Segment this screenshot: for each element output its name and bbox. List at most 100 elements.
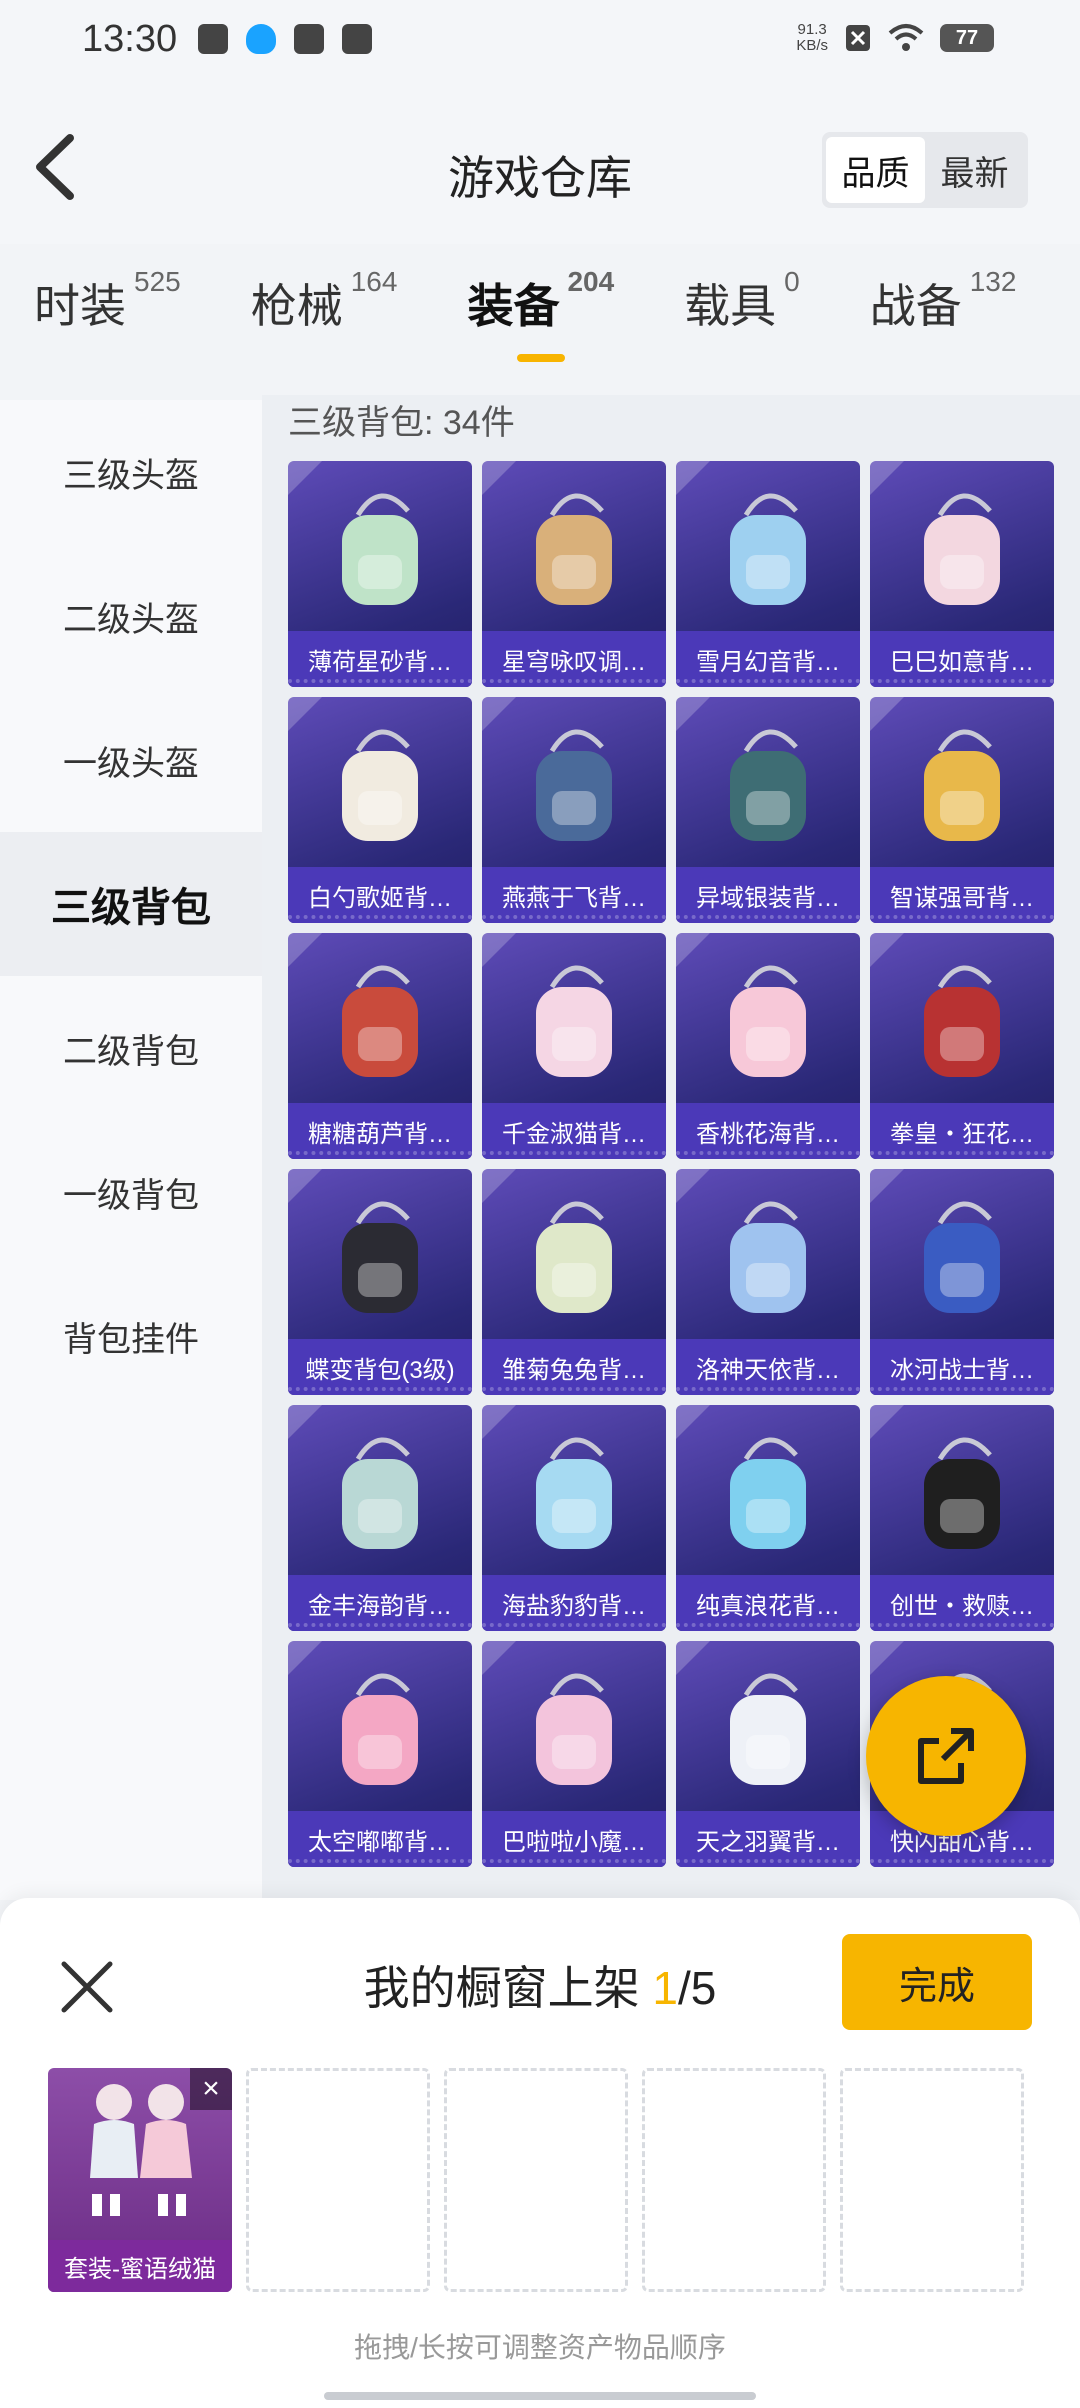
- wifi-icon: [888, 24, 924, 51]
- select-corner-icon: [870, 1169, 904, 1203]
- select-corner-icon: [870, 697, 904, 731]
- sidebar-item-backpack-3[interactable]: 三级背包: [0, 832, 262, 976]
- sidebar-item-backpack-charm[interactable]: 背包挂件: [0, 1264, 262, 1408]
- message-icon: [342, 24, 372, 54]
- showcase-slot-empty[interactable]: [840, 2068, 1024, 2292]
- select-corner-icon: [482, 461, 516, 495]
- item-card[interactable]: 冰河战士背…: [870, 1169, 1054, 1395]
- item-card[interactable]: 雪月幻音背…: [676, 461, 860, 687]
- tab-equipment[interactable]: 装备 204: [467, 266, 614, 380]
- item-card[interactable]: 香桃花海背…: [676, 933, 860, 1159]
- sim-off-icon: [846, 25, 870, 51]
- remove-slot-icon[interactable]: ×: [190, 2068, 232, 2110]
- tab-supplies[interactable]: 战备 132: [870, 266, 1017, 380]
- status-time: 13:30: [82, 18, 178, 60]
- select-corner-icon: [288, 1169, 322, 1203]
- drag-hint: 拖拽/长按可调整资产物品顺序: [354, 2332, 726, 2363]
- item-card[interactable]: 智谋强哥背…: [870, 697, 1054, 923]
- gallery-icon: [198, 24, 228, 54]
- item-label: 异域银装背…: [676, 867, 860, 923]
- sort-newest-button[interactable]: 最新: [925, 137, 1024, 203]
- item-label: 纯真浪花背…: [676, 1575, 860, 1631]
- tab-fashion[interactable]: 时装 525: [34, 266, 181, 380]
- item-card[interactable]: 太空嘟嘟背…: [288, 1641, 472, 1867]
- section-title: 三级背包: 34件: [288, 404, 515, 442]
- status-bar: 13:30 91.3 KB/s 77: [0, 0, 1080, 84]
- select-corner-icon: [482, 1405, 516, 1439]
- showcase-slot-filled[interactable]: × 套装-蜜语绒猫: [48, 2068, 232, 2292]
- select-corner-icon: [676, 697, 710, 731]
- select-corner-icon: [676, 1169, 710, 1203]
- home-indicator: [324, 2392, 756, 2400]
- backpack-icon: [536, 965, 612, 1077]
- select-corner-icon: [482, 933, 516, 967]
- sidebar-item-helmet-1[interactable]: 一级头盔: [0, 688, 262, 832]
- done-button[interactable]: 完成: [842, 1934, 1032, 2030]
- item-card[interactable]: 金丰海韵背…: [288, 1405, 472, 1631]
- item-label: 智谋强哥背…: [870, 867, 1054, 923]
- showcase-panel: 我的橱窗上架 1/5 完成 × 套装-蜜语绒猫 拖拽/长按可调整资产物品顺序: [0, 1898, 1080, 2408]
- status-right: 91.3 KB/s 77: [796, 22, 994, 54]
- item-card[interactable]: 洛神天依背…: [676, 1169, 860, 1395]
- item-card[interactable]: 海盐豹豹背…: [482, 1405, 666, 1631]
- item-label: 雏菊兔兔背…: [482, 1339, 666, 1395]
- sidebar-item-helmet-3[interactable]: 三级头盔: [0, 400, 262, 544]
- item-card[interactable]: 纯真浪花背…: [676, 1405, 860, 1631]
- select-corner-icon: [676, 461, 710, 495]
- sidebar-item-backpack-1[interactable]: 一级背包: [0, 1120, 262, 1264]
- sidebar-item-helmet-2[interactable]: 二级头盔: [0, 544, 262, 688]
- select-corner-icon: [676, 933, 710, 967]
- sidebar-item-backpack-2[interactable]: 二级背包: [0, 976, 262, 1120]
- item-label: 星穹咏叹调…: [482, 631, 666, 687]
- select-corner-icon: [482, 1169, 516, 1203]
- notification-icons: [198, 24, 372, 54]
- select-corner-icon: [870, 933, 904, 967]
- item-card[interactable]: 创世・救赎…: [870, 1405, 1054, 1631]
- backpack-icon: [536, 493, 612, 605]
- item-card[interactable]: 千金淑猫背…: [482, 933, 666, 1159]
- sidebar: 三级头盔 二级头盔 一级头盔 三级背包 二级背包 一级背包 背包挂件: [0, 400, 262, 1900]
- app-icon: [294, 24, 324, 54]
- item-list: 三级背包: 34件 薄荷星砂背… 星穹咏叹调… 雪月幻音背… 巳巳如意背… 白勺歌姬背……: [262, 395, 1080, 1900]
- item-label: 燕燕于飞背…: [482, 867, 666, 923]
- item-card[interactable]: 糖糖葫芦背…: [288, 933, 472, 1159]
- item-card[interactable]: 蝶变背包(3级): [288, 1169, 472, 1395]
- tab-guns[interactable]: 枪械 164: [251, 266, 398, 380]
- select-corner-icon: [482, 697, 516, 731]
- backpack-icon: [536, 729, 612, 841]
- sort-quality-button[interactable]: 品质: [826, 137, 925, 203]
- item-label: 太空嘟嘟背…: [288, 1811, 472, 1867]
- item-card[interactable]: 白勺歌姬背…: [288, 697, 472, 923]
- item-label: 千金淑猫背…: [482, 1103, 666, 1159]
- backpack-icon: [342, 965, 418, 1077]
- backpack-icon: [730, 1673, 806, 1785]
- item-card[interactable]: 异域银装背…: [676, 697, 860, 923]
- showcase-slots: × 套装-蜜语绒猫: [48, 2068, 1024, 2292]
- tab-vehicles[interactable]: 载具 0: [684, 266, 800, 380]
- showcase-slot-empty[interactable]: [642, 2068, 826, 2292]
- item-label: 创世・救赎…: [870, 1575, 1054, 1631]
- item-label: 洛神天依背…: [676, 1339, 860, 1395]
- item-label: 金丰海韵背…: [288, 1575, 472, 1631]
- net-speed: 91.3 KB/s: [796, 21, 828, 54]
- item-card[interactable]: 雏菊兔兔背…: [482, 1169, 666, 1395]
- share-button[interactable]: [866, 1676, 1026, 1836]
- item-card[interactable]: 燕燕于飞背…: [482, 697, 666, 923]
- item-card[interactable]: 薄荷星砂背…: [288, 461, 472, 687]
- item-card[interactable]: 星穹咏叹调…: [482, 461, 666, 687]
- showcase-slot-empty[interactable]: [246, 2068, 430, 2292]
- backpack-icon: [536, 1437, 612, 1549]
- item-label: 巳巳如意背…: [870, 631, 1054, 687]
- backpack-icon: [730, 729, 806, 841]
- item-label: 糖糖葫芦背…: [288, 1103, 472, 1159]
- backpack-icon: [342, 1437, 418, 1549]
- sort-toggle: 品质 最新: [822, 132, 1028, 208]
- item-card[interactable]: 拳皇・狂花…: [870, 933, 1054, 1159]
- item-label: 蝶变背包(3级): [288, 1339, 472, 1395]
- showcase-slot-empty[interactable]: [444, 2068, 628, 2292]
- item-card[interactable]: 巴啦啦小魔…: [482, 1641, 666, 1867]
- backpack-icon: [924, 1437, 1000, 1549]
- item-card[interactable]: 巳巳如意背…: [870, 461, 1054, 687]
- item-card[interactable]: 天之羽翼背…: [676, 1641, 860, 1867]
- select-corner-icon: [288, 1405, 322, 1439]
